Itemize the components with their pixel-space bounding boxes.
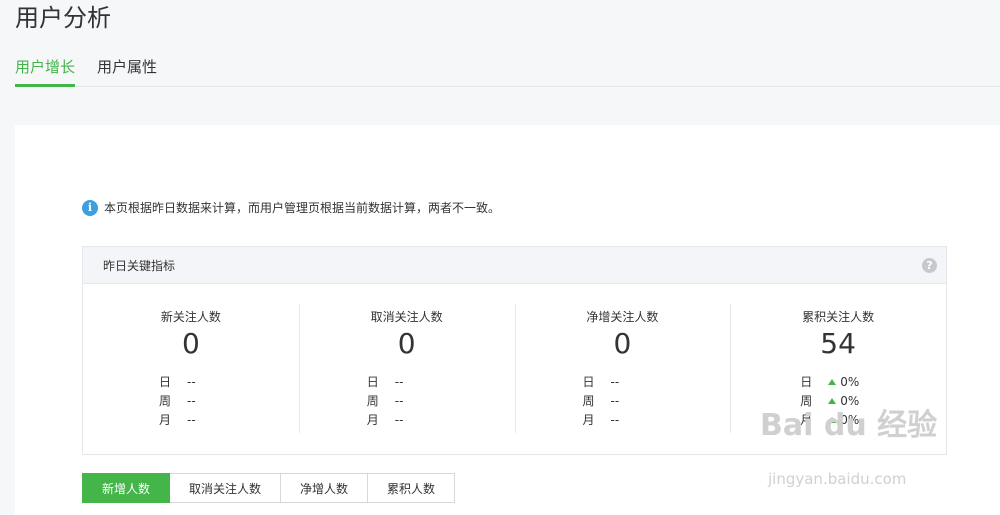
- tab-bar: 用户增长 用户属性: [15, 50, 1000, 87]
- trend-row-week: 周 --: [583, 392, 620, 411]
- trend-value: --: [394, 413, 404, 427]
- trend-row-week: 周 --: [367, 392, 404, 411]
- metric-unfollowers: 取消关注人数 0 日 -- 周 -- 月 --: [298, 284, 515, 454]
- arrow-up-icon: [828, 378, 837, 385]
- metric-value: 0: [397, 327, 416, 360]
- metric-value: 0: [613, 327, 632, 360]
- content-card: i 本页根据昨日数据来计算，而用户管理页根据当前数据计算，两者不一致。 昨日关键…: [15, 125, 1000, 515]
- chart-type-toggle: 新增人数 取消关注人数 净增人数 累积人数: [82, 473, 456, 503]
- trend-label: 月: [366, 413, 379, 427]
- unfollow-users-button[interactable]: 取消关注人数: [170, 473, 282, 503]
- notice-bar: i 本页根据昨日数据来计算，而用户管理页根据当前数据计算，两者不一致。: [82, 199, 500, 217]
- watermark-logo: Bai du 经验: [760, 408, 938, 443]
- trend-row-day: 日 --: [159, 373, 196, 392]
- trend-label: 周: [159, 394, 172, 408]
- metric-value: 54: [820, 327, 856, 360]
- watermark-url: jingyan.baidu.com: [768, 470, 907, 488]
- trend-value: --: [610, 375, 620, 389]
- trend-row-week: 周 --: [159, 392, 196, 411]
- new-users-button[interactable]: 新增人数: [82, 473, 171, 503]
- trend-row-month: 月 --: [159, 411, 196, 430]
- info-icon: i: [82, 200, 98, 216]
- trend-value: --: [394, 394, 404, 408]
- net-increase-button[interactable]: 净增人数: [281, 473, 369, 503]
- metric-trend-rows: 日 -- 周 -- 月 --: [367, 373, 404, 430]
- trend-label: 周: [582, 394, 595, 408]
- trend-label: 周: [366, 394, 379, 408]
- trend-label: 日: [582, 375, 595, 389]
- trend-value: --: [187, 413, 196, 427]
- trend-row-month: 月 --: [583, 411, 620, 430]
- metric-trend-rows: 日 -- 周 -- 月 --: [159, 373, 196, 430]
- metric-value: 0: [181, 327, 200, 360]
- tab-user-growth[interactable]: 用户增长: [15, 50, 76, 87]
- notice-text: 本页根据昨日数据来计算，而用户管理页根据当前数据计算，两者不一致。: [104, 201, 501, 215]
- panel-title: 昨日关键指标: [103, 259, 176, 273]
- page-title: 用户分析: [15, 4, 111, 32]
- panel-header: 昨日关键指标 ?: [83, 247, 946, 284]
- trend-value: --: [187, 375, 196, 389]
- trend-value: --: [187, 394, 196, 408]
- trend-row-day: 日 --: [367, 373, 404, 392]
- trend-label: 日: [159, 375, 172, 389]
- metric-label: 新关注人数: [160, 310, 221, 324]
- metric-label: 净增关注人数: [586, 310, 659, 324]
- metric-new-followers: 新关注人数 0 日 -- 周 -- 月 --: [83, 284, 299, 454]
- cumulative-users-button[interactable]: 累积人数: [368, 473, 456, 503]
- trend-row-day: 日 0%: [800, 373, 859, 392]
- help-icon[interactable]: ?: [922, 258, 937, 273]
- trend-label: 月: [582, 413, 595, 427]
- trend-row-month: 月 --: [367, 411, 404, 430]
- trend-row-day: 日 --: [583, 373, 620, 392]
- trend-label: 日: [366, 375, 379, 389]
- trend-label: 月: [159, 413, 172, 427]
- metric-label: 取消关注人数: [370, 310, 443, 324]
- tab-user-attributes[interactable]: 用户属性: [97, 50, 157, 87]
- metric-net-followers: 净增关注人数 0 日 -- 周 -- 月 --: [514, 284, 731, 454]
- metric-label: 累积关注人数: [802, 310, 875, 324]
- trend-value: --: [610, 413, 620, 427]
- trend-value: 0%: [840, 375, 860, 389]
- trend-value: --: [610, 394, 620, 408]
- trend-label: 日: [800, 375, 813, 389]
- metric-trend-rows: 日 -- 周 -- 月 --: [583, 373, 620, 430]
- trend-value: --: [394, 375, 404, 389]
